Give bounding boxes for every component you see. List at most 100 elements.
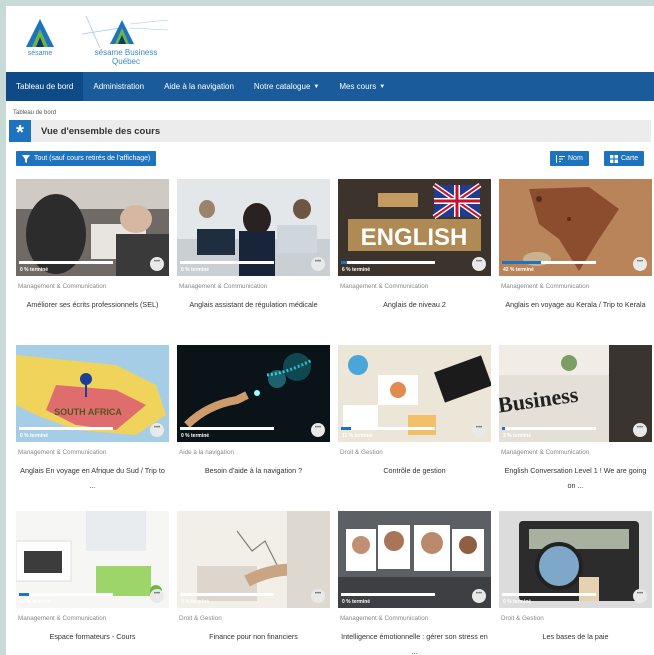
course-title[interactable]: English Conversation Level 1 ! We are go… bbox=[499, 463, 652, 493]
ellipsis-icon: ••• bbox=[475, 259, 483, 265]
progress-fill bbox=[502, 427, 505, 430]
course-title[interactable]: Contrôle de gestion bbox=[338, 463, 491, 478]
course-image[interactable]: 11 % terminé ••• bbox=[16, 511, 169, 608]
course-image[interactable]: 0 % terminé ••• bbox=[16, 179, 169, 276]
nav-label: Mes cours bbox=[339, 82, 377, 91]
svg-text:ENGLISH: ENGLISH bbox=[361, 224, 468, 251]
progress-bar bbox=[180, 261, 274, 264]
course-category[interactable]: Management & Communication bbox=[501, 283, 589, 290]
course-category[interactable]: Management & Communication bbox=[18, 449, 106, 456]
ellipsis-icon: ••• bbox=[636, 425, 644, 431]
sesame-business-logo[interactable]: sésame Business Québec bbox=[80, 14, 172, 66]
course-card[interactable]: 42 % terminé ••• Management & Communicat… bbox=[499, 179, 652, 337]
course-image[interactable]: SOUTH AFRICA 0 % terminé ••• bbox=[16, 345, 169, 442]
course-image[interactable]: 42 % terminé ••• bbox=[499, 179, 652, 276]
sesame-logo[interactable]: sésame bbox=[18, 17, 62, 61]
course-title[interactable]: Espace formateurs - Cours bbox=[16, 629, 169, 644]
sort-icon bbox=[556, 154, 565, 163]
course-card[interactable]: 11 % terminé ••• Management & Communicat… bbox=[16, 511, 169, 655]
sesame-business-logo-icon bbox=[81, 15, 169, 49]
caret-down-icon: ▼ bbox=[313, 83, 320, 90]
course-image[interactable]: 11 % terminé ••• bbox=[338, 345, 491, 442]
course-title[interactable]: Anglais de niveau 2 bbox=[338, 297, 491, 312]
course-card[interactable]: 0 % terminé ••• Management & Communicati… bbox=[16, 179, 169, 337]
progress-label: 0 % terminé bbox=[20, 433, 49, 439]
svg-text:SOUTH AFRICA: SOUTH AFRICA bbox=[54, 407, 122, 417]
course-menu-button[interactable]: ••• bbox=[633, 257, 647, 271]
nav-mes-cours[interactable]: Mes cours ▼ bbox=[329, 72, 395, 101]
course-image[interactable]: 0 % terminé ••• bbox=[177, 345, 330, 442]
course-image[interactable]: ENGLISH 6 % terminé ••• bbox=[338, 179, 491, 276]
course-title[interactable]: Finance pour non financiers bbox=[177, 629, 330, 644]
progress-bar bbox=[19, 593, 113, 596]
course-image[interactable]: 0 % terminé ••• bbox=[177, 179, 330, 276]
course-category[interactable]: Management & Communication bbox=[179, 283, 267, 290]
nav-aide-navigation[interactable]: Aide à la navigation bbox=[154, 72, 244, 101]
course-menu-button[interactable]: ••• bbox=[633, 589, 647, 603]
course-image[interactable]: 0 % terminé ••• bbox=[338, 511, 491, 608]
course-title[interactable]: Intelligence émotionnelle : gérer son st… bbox=[338, 629, 491, 655]
course-menu-button[interactable]: ••• bbox=[472, 257, 486, 271]
course-menu-button[interactable]: ••• bbox=[311, 589, 325, 603]
course-card[interactable]: Business 3 % terminé ••• Management & Co… bbox=[499, 345, 652, 503]
course-card[interactable]: 0 % terminé ••• Droit & Gestion Les base… bbox=[499, 511, 652, 655]
ellipsis-icon: ••• bbox=[314, 259, 322, 265]
course-category[interactable]: Droit & Gestion bbox=[179, 615, 222, 622]
course-card[interactable]: ENGLISH 6 % terminé ••• Management & Com… bbox=[338, 179, 491, 337]
breadcrumb-item[interactable]: Tableau de bord bbox=[13, 110, 56, 116]
progress-label: 3 % terminé bbox=[503, 433, 532, 439]
logo-bar: sésame sésame Business Québec bbox=[6, 6, 654, 72]
course-category[interactable]: Management & Communication bbox=[18, 283, 106, 290]
course-menu-button[interactable]: ••• bbox=[150, 257, 164, 271]
course-menu-button[interactable]: ••• bbox=[472, 589, 486, 603]
asterisk-icon: * bbox=[9, 120, 31, 144]
course-card[interactable]: SOUTH AFRICA 0 % terminé ••• Management … bbox=[16, 345, 169, 503]
sesame-logo-icon bbox=[26, 19, 54, 47]
course-image[interactable]: 0 % terminé ••• bbox=[177, 511, 330, 608]
course-card[interactable]: 0 % terminé ••• Management & Communicati… bbox=[177, 179, 330, 337]
course-menu-button[interactable]: ••• bbox=[311, 423, 325, 437]
course-title[interactable]: Anglais assistant de régulation médicale bbox=[177, 297, 330, 312]
course-title[interactable]: Les bases de la paie bbox=[499, 629, 652, 644]
course-menu-button[interactable]: ••• bbox=[150, 423, 164, 437]
course-card[interactable]: 0 % terminé ••• Droit & Gestion Finance … bbox=[177, 511, 330, 655]
filter-label: Tout (sauf cours retirés de l'affichage) bbox=[34, 155, 151, 162]
filter-dropdown-button[interactable]: Tout (sauf cours retirés de l'affichage) bbox=[16, 151, 157, 166]
logo-primary-text: sésame bbox=[27, 50, 53, 57]
course-category[interactable]: Management & Communication bbox=[501, 449, 589, 456]
funnel-icon bbox=[22, 154, 30, 163]
course-category[interactable]: Droit & Gestion bbox=[501, 615, 544, 622]
nav-administration[interactable]: Administration bbox=[83, 72, 154, 101]
progress-bar bbox=[341, 261, 435, 264]
course-card[interactable]: 0 % terminé ••• Management & Communicati… bbox=[338, 511, 491, 655]
nav-notre-catalogue[interactable]: Notre catalogue ▼ bbox=[244, 72, 329, 101]
course-menu-button[interactable]: ••• bbox=[472, 423, 486, 437]
sort-label: Nom bbox=[568, 155, 583, 162]
nav-tableau-de-bord[interactable]: Tableau de bord bbox=[6, 72, 84, 101]
course-menu-button[interactable]: ••• bbox=[633, 423, 647, 437]
course-image[interactable]: Business 3 % terminé ••• bbox=[499, 345, 652, 442]
progress-label: 0 % terminé bbox=[20, 267, 49, 273]
course-category[interactable]: Management & Communication bbox=[18, 615, 106, 622]
breadcrumb[interactable]: Tableau de bord bbox=[6, 101, 654, 120]
course-category[interactable]: Management & Communication bbox=[340, 615, 428, 622]
course-card[interactable]: 11 % terminé ••• Droit & Gestion Contrôl… bbox=[338, 345, 491, 503]
progress-fill bbox=[341, 261, 347, 264]
progress-bar bbox=[502, 593, 596, 596]
course-menu-button[interactable]: ••• bbox=[311, 257, 325, 271]
course-category[interactable]: Droit & Gestion bbox=[340, 449, 383, 456]
course-title[interactable]: Anglais En voyage en Afrique du Sud / Tr… bbox=[16, 463, 169, 493]
course-card[interactable]: 0 % terminé ••• Aide à la navigation Bes… bbox=[177, 345, 330, 503]
view-card-button[interactable]: Carte bbox=[604, 151, 645, 166]
course-title[interactable]: Anglais en voyage au Kerala / Trip to Ke… bbox=[499, 297, 652, 312]
progress-bar bbox=[180, 427, 274, 430]
sort-name-button[interactable]: Nom bbox=[550, 151, 589, 166]
course-title[interactable]: Besoin d'aide à la navigation ? bbox=[177, 463, 330, 478]
course-menu-button[interactable]: ••• bbox=[150, 589, 164, 603]
course-category[interactable]: Management & Communication bbox=[340, 283, 428, 290]
course-image[interactable]: 0 % terminé ••• bbox=[499, 511, 652, 608]
nav-label: Administration bbox=[93, 82, 145, 91]
course-title[interactable]: Améliorer ses écrits professionnels (SEL… bbox=[16, 297, 169, 312]
course-category[interactable]: Aide à la navigation bbox=[179, 449, 234, 456]
ellipsis-icon: ••• bbox=[636, 591, 644, 597]
